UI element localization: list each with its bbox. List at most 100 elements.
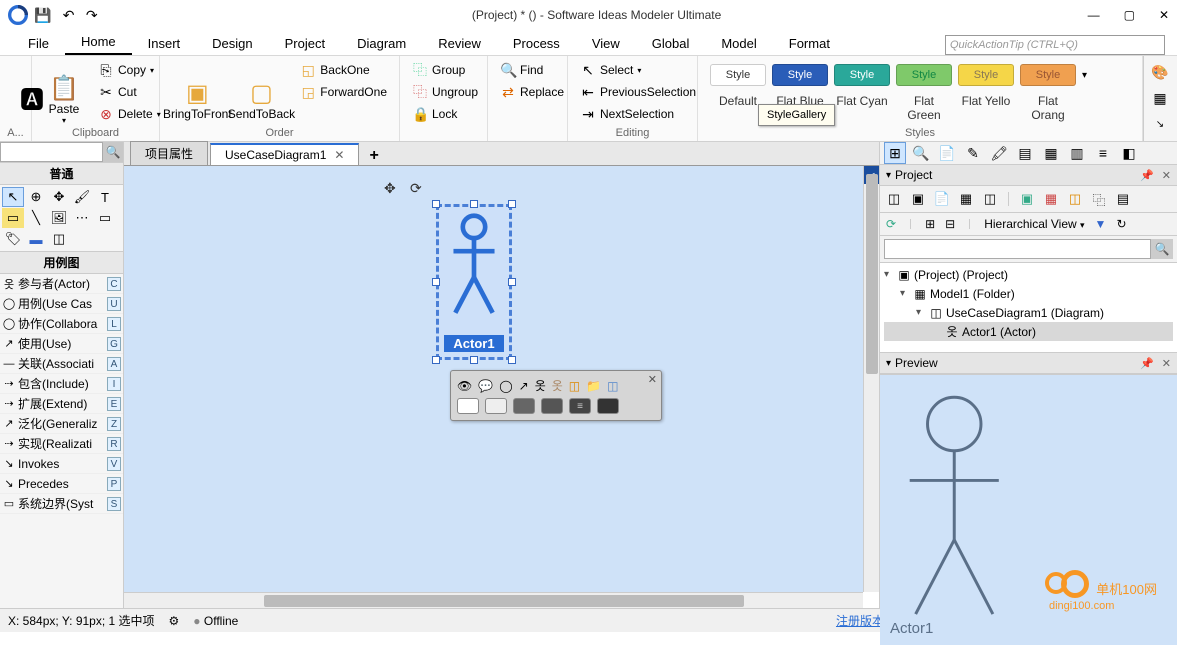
- style-swatch-dark1[interactable]: [513, 398, 535, 414]
- project-search-input[interactable]: [884, 239, 1151, 259]
- rp-tool-doc-icon[interactable]: 📄: [936, 142, 958, 164]
- project-search-button[interactable]: 🔍: [1151, 239, 1173, 259]
- relation-icon[interactable]: ↗: [519, 379, 529, 393]
- tool-line[interactable]: ╲: [25, 208, 47, 228]
- tool-item[interactable]: ↘PrecedesP: [0, 474, 123, 494]
- save-icon[interactable]: 💾: [34, 7, 51, 23]
- rp-tool-colors-icon[interactable]: 🖍: [988, 142, 1010, 164]
- resize-handle-sw[interactable]: [432, 356, 440, 364]
- tool-item[interactable]: ⇢扩展(Extend)E: [0, 394, 123, 414]
- tool-item[interactable]: ↗泛化(GeneralizZ: [0, 414, 123, 434]
- refresh-icon[interactable]: ⟳: [886, 217, 896, 231]
- pin-icon[interactable]: 📌: [1140, 169, 1154, 182]
- back-one-button[interactable]: ◱BackOne: [296, 60, 391, 80]
- quick-action-input[interactable]: QuickActionTip (CTRL+Q): [945, 35, 1165, 55]
- style-swatch-light[interactable]: [485, 398, 507, 414]
- minimize-button[interactable]: —: [1088, 8, 1100, 22]
- tool-image[interactable]: 🖼: [48, 208, 70, 228]
- strip-9-icon[interactable]: ⿻: [1089, 190, 1109, 208]
- tool-item[interactable]: ◯协作(CollaboraL: [0, 314, 123, 334]
- tool-item[interactable]: ↘InvokesV: [0, 454, 123, 474]
- folder-icon[interactable]: 📁: [586, 379, 601, 393]
- menu-model[interactable]: Model: [705, 32, 772, 55]
- style-swatch-dark2[interactable]: [541, 398, 563, 414]
- rp-tool-3-icon[interactable]: ▥: [1066, 142, 1088, 164]
- forward-one-button[interactable]: ◲ForwardOne: [296, 82, 391, 102]
- rp-tool-tree-icon[interactable]: ⊞: [884, 142, 906, 164]
- tool-item[interactable]: ↗使用(Use)G: [0, 334, 123, 354]
- tool-text[interactable]: T: [94, 187, 116, 207]
- close-button[interactable]: ✕: [1159, 8, 1169, 22]
- resize-handle-e[interactable]: [508, 278, 516, 286]
- menu-view[interactable]: View: [576, 32, 636, 55]
- tool-item[interactable]: ▭系统边界(SystS: [0, 494, 123, 514]
- tool-item[interactable]: ◯用例(Use CasU: [0, 294, 123, 314]
- tool-zoom[interactable]: ⊕: [25, 187, 47, 207]
- comment-icon[interactable]: 💬: [478, 379, 493, 393]
- strip-7-icon[interactable]: ▦: [1041, 190, 1061, 208]
- tool-dot-line[interactable]: ⋯: [71, 208, 93, 228]
- strip-3-icon[interactable]: 📄: [932, 190, 952, 208]
- filter-icon[interactable]: ▼: [1095, 217, 1107, 231]
- style-gallery-dropdown[interactable]: ▾: [1082, 70, 1087, 81]
- style-grid-icon[interactable]: ▦: [1148, 88, 1172, 108]
- strip-6-icon[interactable]: ▣: [1017, 190, 1037, 208]
- rotate-handle-icon[interactable]: ⟳: [410, 180, 422, 197]
- style-flat-yellow[interactable]: Style: [958, 64, 1014, 86]
- style-palette-icon[interactable]: 🎨: [1148, 62, 1172, 82]
- tool-rect2[interactable]: ▬: [25, 229, 47, 249]
- status-register-link[interactable]: 注册版本: [836, 612, 884, 629]
- style-swatch-white[interactable]: [457, 398, 479, 414]
- menu-design[interactable]: Design: [196, 32, 268, 55]
- delete-button[interactable]: ⊗Delete▾: [94, 104, 165, 124]
- maximize-button[interactable]: ▢: [1124, 8, 1135, 22]
- tree-arrow-icon[interactable]: ▾: [916, 307, 928, 318]
- select-button[interactable]: ↖Select▾: [576, 60, 700, 80]
- canvas-hscrollbar[interactable]: [124, 592, 863, 608]
- collapse-all-icon[interactable]: ⊟: [945, 217, 955, 231]
- ungroup-button[interactable]: ⿻Ungroup: [408, 82, 482, 102]
- ellipse-icon[interactable]: ◯: [499, 379, 512, 393]
- preview-collapse-icon[interactable]: ▾: [886, 358, 891, 369]
- actor-name-label[interactable]: Actor1: [444, 335, 504, 352]
- redo-icon[interactable]: ↷: [86, 7, 98, 23]
- menu-global[interactable]: Global: [636, 32, 706, 55]
- hscroll-thumb[interactable]: [264, 595, 744, 607]
- strip-10-icon[interactable]: ▤: [1113, 190, 1133, 208]
- actor-tool-icon[interactable]: 옷: [535, 377, 546, 394]
- status-settings-icon[interactable]: ⚙: [169, 614, 180, 628]
- sync-icon[interactable]: ↻: [1116, 217, 1126, 231]
- copy-button[interactable]: ⎘Copy▾: [94, 60, 165, 80]
- resize-handle-se[interactable]: [508, 356, 516, 364]
- rp-tool-style-icon[interactable]: ◧: [1118, 142, 1140, 164]
- style-flat-cyan[interactable]: Style: [834, 64, 890, 86]
- tool-item[interactable]: ⇢包含(Include)I: [0, 374, 123, 394]
- canvas-vscrollbar[interactable]: ◂: [863, 166, 879, 592]
- expand-all-icon[interactable]: ⊞: [925, 217, 935, 231]
- tool-item[interactable]: —关联(AssociatiA: [0, 354, 123, 374]
- replace-button[interactable]: ⇄Replace: [496, 82, 568, 102]
- diagram-canvas[interactable]: ✥ ⟳: [124, 166, 863, 592]
- tree-arrow-icon[interactable]: ▾: [900, 288, 912, 299]
- tool-pan[interactable]: ✥: [48, 187, 70, 207]
- tab-add-button[interactable]: +: [361, 147, 386, 165]
- resize-handle-nw[interactable]: [432, 200, 440, 208]
- menu-project[interactable]: Project: [269, 32, 341, 55]
- prev-selection-button[interactable]: ⇤PreviousSelection: [576, 82, 700, 102]
- strip-5-icon[interactable]: ◫: [980, 190, 1000, 208]
- resize-handle-ne[interactable]: [508, 200, 516, 208]
- collapse-icon[interactable]: ▾: [886, 170, 891, 181]
- rp-tool-1-icon[interactable]: ▤: [1014, 142, 1036, 164]
- preview-close-icon[interactable]: ✕: [1162, 357, 1171, 370]
- rp-tool-search-icon[interactable]: 🔍: [910, 142, 932, 164]
- actor-alt-icon[interactable]: 옷: [552, 377, 563, 394]
- section-usecase[interactable]: 用例图: [0, 252, 123, 274]
- next-selection-button[interactable]: ⇥NextSelection: [576, 104, 700, 124]
- style-flat-green[interactable]: Style: [896, 64, 952, 86]
- rp-tool-2-icon[interactable]: ▦: [1040, 142, 1062, 164]
- tool-note[interactable]: ▭: [2, 208, 24, 228]
- menu-diagram[interactable]: Diagram: [341, 32, 422, 55]
- rp-tool-edit-icon[interactable]: ✎: [962, 142, 984, 164]
- tool-item[interactable]: ⇢实现(RealizatiR: [0, 434, 123, 454]
- strip-8-icon[interactable]: ◫: [1065, 190, 1085, 208]
